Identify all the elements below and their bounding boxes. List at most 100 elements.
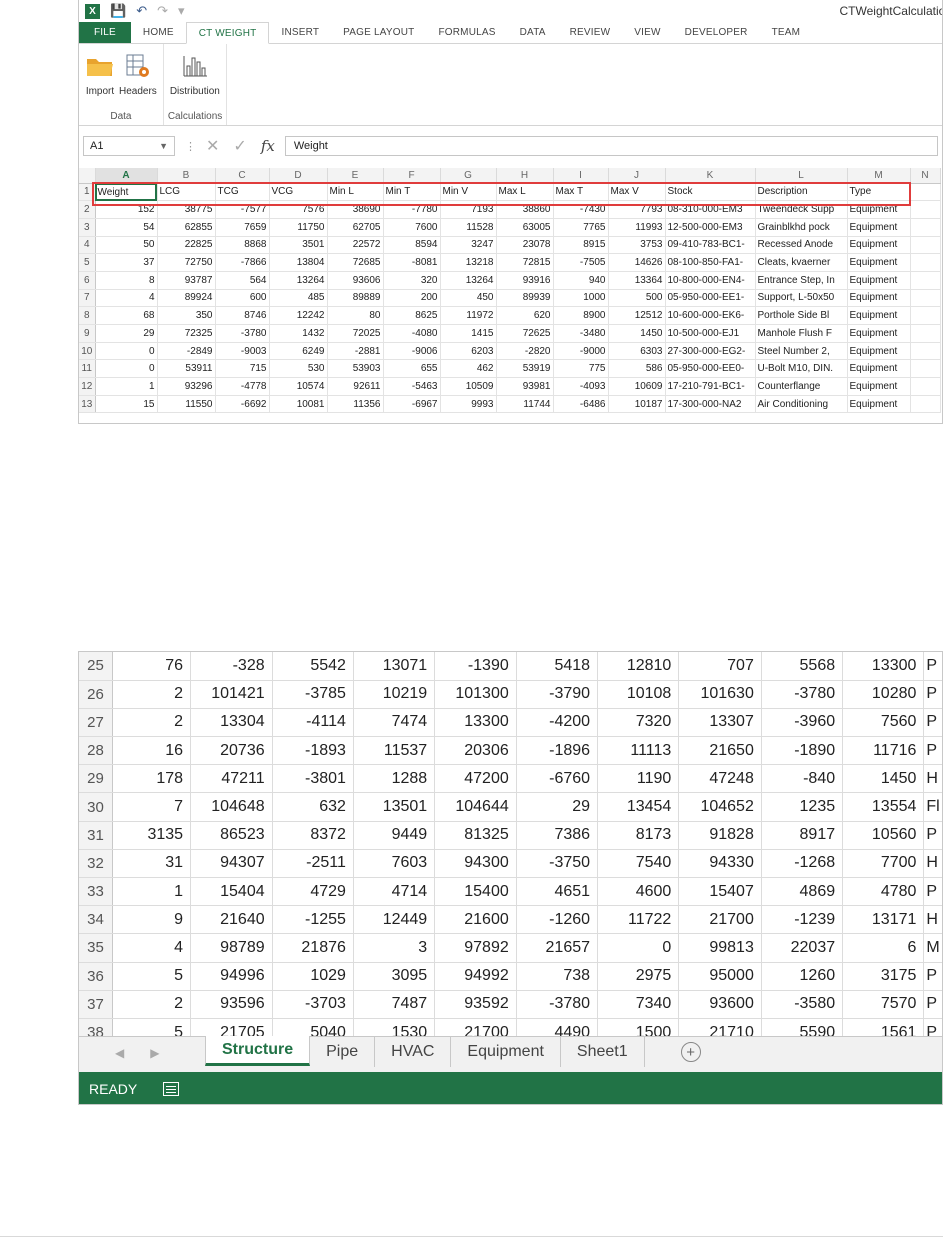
cell[interactable]: 1288 xyxy=(353,764,436,794)
cell[interactable]: 94992 xyxy=(434,962,517,991)
cell[interactable]: 11972 xyxy=(440,306,497,325)
cell[interactable]: 11113 xyxy=(597,736,680,766)
sheet-tab-structure[interactable]: Structure xyxy=(205,1036,311,1066)
cell[interactable]: 72815 xyxy=(496,253,554,272)
cell[interactable]: 4 xyxy=(95,289,158,308)
cell[interactable]: -3790 xyxy=(516,680,599,709)
name-box[interactable]: A1 ▼ xyxy=(83,136,175,156)
cell[interactable]: 715 xyxy=(215,359,270,379)
cell[interactable]: 11550 xyxy=(157,395,216,414)
sheet-tab-pipe[interactable]: Pipe xyxy=(310,1037,376,1067)
cell[interactable]: 12449 xyxy=(353,905,436,935)
cell[interactable]: 2975 xyxy=(597,962,680,991)
row-header[interactable]: 13 xyxy=(79,395,96,414)
cell[interactable]: -1260 xyxy=(516,905,599,935)
cell[interactable]: 7765 xyxy=(553,218,609,237)
cell[interactable]: 178 xyxy=(112,764,192,794)
cell[interactable]: 3 xyxy=(353,933,436,963)
cell[interactable]: 3095 xyxy=(353,962,436,991)
cell[interactable] xyxy=(910,271,941,290)
headers-button[interactable]: Headers xyxy=(117,48,159,109)
cell[interactable]: 13364 xyxy=(608,271,666,290)
cell[interactable]: 320 xyxy=(383,271,441,290)
sheet-tab-equipment[interactable]: Equipment xyxy=(451,1037,561,1067)
cell[interactable]: 53911 xyxy=(157,359,216,379)
macro-recording-icon[interactable] xyxy=(163,1082,180,1096)
cell[interactable]: 21650 xyxy=(678,736,762,766)
cell[interactable]: 17-300-000-NA2 xyxy=(665,395,756,414)
cell[interactable]: 99813 xyxy=(678,933,762,963)
row-header[interactable]: 3 xyxy=(79,218,96,237)
cell[interactable]: 12242 xyxy=(269,306,328,325)
cell[interactable]: 7700 xyxy=(842,849,925,879)
cell[interactable]: 86523 xyxy=(190,821,273,850)
cell[interactable]: -7505 xyxy=(553,253,609,272)
row-header[interactable]: 30 xyxy=(79,792,113,822)
cell[interactable]: 8594 xyxy=(383,236,441,255)
cell[interactable]: 13501 xyxy=(353,792,436,822)
cell[interactable]: -9000 xyxy=(553,342,609,361)
cell[interactable]: 7 xyxy=(112,792,192,822)
cell[interactable]: 10280 xyxy=(842,680,925,709)
cell[interactable]: 8915 xyxy=(553,236,609,255)
cell[interactable]: 93916 xyxy=(496,271,554,290)
cell[interactable]: 10108 xyxy=(597,680,680,709)
cell[interactable]: P xyxy=(923,962,942,991)
cell[interactable]: H xyxy=(923,849,942,879)
insert-function-icon[interactable]: fx xyxy=(261,137,275,155)
cell[interactable] xyxy=(910,342,941,361)
cell[interactable]: -7866 xyxy=(215,253,270,272)
distribution-button[interactable]: Distribution xyxy=(168,48,222,109)
row-header[interactable]: 26 xyxy=(79,680,113,709)
cell[interactable]: 72750 xyxy=(157,253,216,272)
cell[interactable]: 68 xyxy=(95,306,158,325)
cell[interactable]: 22825 xyxy=(157,236,216,255)
cell[interactable]: 93787 xyxy=(157,271,216,290)
cell[interactable]: 6303 xyxy=(608,342,666,361)
cell[interactable]: 5542 xyxy=(272,652,354,681)
cell[interactable]: 3247 xyxy=(440,236,497,255)
cell[interactable]: 6203 xyxy=(440,342,497,361)
cell[interactable]: 94330 xyxy=(678,849,762,879)
cell[interactable]: Recessed Anode xyxy=(755,236,848,255)
cell[interactable]: -3785 xyxy=(272,680,354,709)
cell[interactable]: 47200 xyxy=(434,764,517,794)
tab-review[interactable]: REVIEW xyxy=(558,22,623,43)
column-header[interactable]: F xyxy=(383,168,441,184)
row-header[interactable]: 8 xyxy=(79,306,96,325)
cell[interactable]: 485 xyxy=(269,289,328,308)
cell[interactable]: 3501 xyxy=(269,236,328,255)
cell[interactable]: -9003 xyxy=(215,342,270,361)
cell[interactable]: 10187 xyxy=(608,395,666,414)
cell[interactable]: 89924 xyxy=(157,289,216,308)
cell[interactable]: 94307 xyxy=(190,849,273,879)
cell[interactable]: 13171 xyxy=(842,905,925,935)
cell[interactable]: 89889 xyxy=(327,289,384,308)
cell[interactable]: 13264 xyxy=(269,271,328,290)
cell[interactable]: 97892 xyxy=(434,933,517,963)
cell[interactable]: 13554 xyxy=(842,792,925,822)
cell[interactable]: -4778 xyxy=(215,377,270,396)
cell[interactable]: 7540 xyxy=(597,849,680,879)
tab-home[interactable]: HOME xyxy=(131,22,186,43)
cell[interactable]: Cleats, kvaerner xyxy=(755,253,848,272)
cell[interactable]: 4 xyxy=(112,933,192,963)
redo-icon[interactable]: ↷ xyxy=(157,3,168,19)
row-header[interactable]: 25 xyxy=(79,652,113,681)
cell[interactable]: 0 xyxy=(597,933,680,963)
cell[interactable]: 10219 xyxy=(353,680,436,709)
column-header[interactable]: J xyxy=(608,168,666,184)
cell[interactable]: 22572 xyxy=(327,236,384,255)
cell[interactable]: 93600 xyxy=(678,990,762,1019)
tab-view[interactable]: VIEW xyxy=(622,22,672,43)
cell[interactable]: 2 xyxy=(112,708,192,738)
cell[interactable]: 11528 xyxy=(440,218,497,237)
cell[interactable]: 81325 xyxy=(434,821,517,850)
row-header[interactable]: 6 xyxy=(79,271,96,290)
cell[interactable]: 7560 xyxy=(842,708,925,738)
cell[interactable]: -3780 xyxy=(516,990,599,1019)
row-header[interactable]: 32 xyxy=(79,849,113,879)
cell[interactable]: Equipment xyxy=(847,306,911,325)
cell[interactable]: 62855 xyxy=(157,218,216,237)
cell[interactable] xyxy=(910,377,941,396)
